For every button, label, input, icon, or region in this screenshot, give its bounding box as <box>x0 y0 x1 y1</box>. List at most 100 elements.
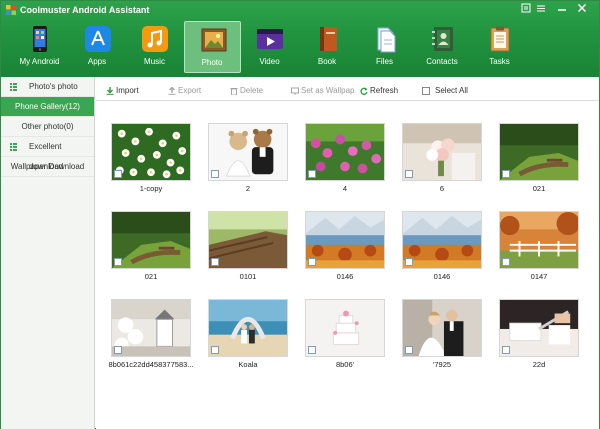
nav-label: Music <box>144 57 165 66</box>
phone-icon <box>33 26 47 52</box>
import-label: Import <box>116 86 139 95</box>
refresh-button[interactable]: Refresh <box>360 85 398 97</box>
photo-thumbnail[interactable] <box>402 123 482 181</box>
import-button[interactable]: Import <box>106 85 139 97</box>
photo-select-checkbox[interactable] <box>502 258 510 266</box>
photo-thumbnail[interactable] <box>208 299 288 357</box>
export-button[interactable]: Export <box>168 85 201 97</box>
photo-select-checkbox[interactable] <box>114 346 122 354</box>
photo-thumbnail[interactable] <box>111 211 191 269</box>
delete-button[interactable]: Delete <box>230 85 263 97</box>
refresh-label: Refresh <box>370 86 399 95</box>
photo-thumbnail[interactable] <box>305 211 385 269</box>
nav-label: Apps <box>87 57 107 66</box>
app-store-icon <box>84 26 111 52</box>
nav-contacts[interactable]: Contacts <box>414 21 471 73</box>
photo-icon <box>201 28 226 52</box>
photo-caption: 021 <box>532 184 546 193</box>
nav-my-android[interactable]: My Android <box>11 21 68 73</box>
sidebar-group-photos-photo[interactable]: Photo's photo <box>1 77 94 97</box>
sidebar-item-other-photo[interactable]: Other photo(0) <box>1 117 94 137</box>
photo-caption: '7925 <box>432 360 452 369</box>
sidebar-item-label: Photo's photo <box>29 82 78 91</box>
photo-select-checkbox[interactable] <box>114 170 122 178</box>
photo-thumbnail[interactable] <box>305 123 385 181</box>
close-icon[interactable] <box>576 3 588 14</box>
photo-select-checkbox[interactable] <box>114 258 122 266</box>
nav-label: My Android <box>19 57 60 66</box>
photo-thumbnail[interactable] <box>305 299 385 357</box>
minimize-icon[interactable] <box>556 3 568 14</box>
trash-icon <box>230 87 238 95</box>
photo-select-checkbox[interactable] <box>308 170 316 178</box>
photo-caption: Koala <box>238 360 258 369</box>
photo-thumbnail[interactable] <box>499 299 579 357</box>
toolbar: Import Export Delete Set as Wallpap Refr… <box>96 81 599 101</box>
nav-label: Video <box>259 57 280 66</box>
list-icon <box>10 83 17 91</box>
music-icon <box>142 26 168 52</box>
photo-caption: 0146 <box>336 272 354 281</box>
video-icon <box>257 29 283 49</box>
import-icon <box>106 86 114 95</box>
title-bar: Coolmuster Android Assistant My Android … <box>1 1 599 77</box>
nav-photo[interactable]: Photo <box>183 21 241 73</box>
book-icon <box>319 27 337 51</box>
photo-thumbnail[interactable] <box>402 211 482 269</box>
photo-select-checkbox[interactable] <box>211 258 219 266</box>
nav-music[interactable]: Music <box>126 21 183 73</box>
nav-label: Files <box>376 57 393 66</box>
photo-grid: 1-copy 2 4 6 021 021 0101 0146 0146 0147 8b061c22d… <box>96 103 599 429</box>
nav-book[interactable]: Book <box>299 21 356 73</box>
photo-select-checkbox[interactable] <box>502 170 510 178</box>
photo-select-checkbox[interactable] <box>211 170 219 178</box>
photo-thumbnail[interactable] <box>499 123 579 181</box>
photo-thumbnail[interactable] <box>111 299 191 357</box>
nav-files[interactable]: Files <box>356 21 413 73</box>
nav-apps[interactable]: Apps <box>69 21 126 73</box>
select-all-box[interactable] <box>422 86 430 95</box>
main-nav: My Android Apps Music Photo Video Book F… <box>11 21 529 75</box>
sidebar-group-excellent-download[interactable]: Excellent download <box>1 137 94 171</box>
photo-select-checkbox[interactable] <box>502 346 510 354</box>
select-all-checkbox[interactable]: Select All <box>422 85 468 97</box>
photo-thumbnail[interactable] <box>208 123 288 181</box>
contacts-icon <box>431 27 453 51</box>
sidebar-item-wallpaper-download[interactable]: Wallpaper Download <box>1 157 94 177</box>
photo-thumbnail[interactable] <box>208 211 288 269</box>
export-label: Export <box>178 86 202 95</box>
sidebar-item-label: Phone Gallery(12) <box>15 102 80 111</box>
photo-select-checkbox[interactable] <box>308 258 316 266</box>
sidebar: Photo's photo Phone Gallery(12) Other ph… <box>1 77 95 429</box>
nav-label: Tasks <box>489 57 510 66</box>
sidebar-item-label: Other photo(0) <box>21 122 74 131</box>
photo-select-checkbox[interactable] <box>308 346 316 354</box>
sidebar-item-label: Wallpaper Download <box>10 162 85 171</box>
nav-tasks[interactable]: Tasks <box>471 21 528 73</box>
set-wallpaper-button[interactable]: Set as Wallpap <box>291 85 355 97</box>
nav-label: Contacts <box>426 57 458 66</box>
nav-video[interactable]: Video <box>241 21 298 73</box>
photo-select-checkbox[interactable] <box>405 258 413 266</box>
list-icon <box>10 143 17 151</box>
photo-caption: 0147 <box>530 272 548 281</box>
photo-caption: 0146 <box>433 272 451 281</box>
tasks-icon <box>490 26 510 52</box>
photo-select-checkbox[interactable] <box>405 170 413 178</box>
photo-caption: 22d <box>532 360 546 369</box>
refresh-icon <box>360 87 368 95</box>
feedback-icon[interactable] <box>520 3 532 14</box>
photo-thumbnail[interactable] <box>499 211 579 269</box>
delete-label: Delete <box>240 86 264 95</box>
menu-icon[interactable] <box>535 3 547 14</box>
photo-select-checkbox[interactable] <box>405 346 413 354</box>
photo-thumbnail[interactable] <box>402 299 482 357</box>
photo-thumbnail[interactable] <box>111 123 191 181</box>
sidebar-item-phone-gallery[interactable]: Phone Gallery(12) <box>1 97 94 117</box>
photo-caption: 1-copy <box>139 184 163 193</box>
app-logo-icon <box>6 5 16 15</box>
photo-caption: 8b06' <box>335 360 355 369</box>
photo-select-checkbox[interactable] <box>211 346 219 354</box>
nav-label: Book <box>317 57 337 66</box>
photo-caption: 8b061c22dd458377583... <box>108 360 194 369</box>
